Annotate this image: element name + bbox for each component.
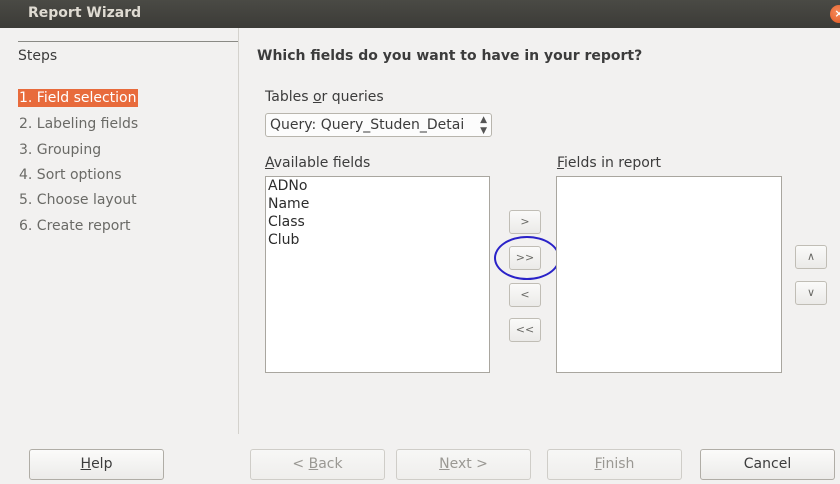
- step-sort-options[interactable]: 4. Sort options: [18, 166, 123, 184]
- steps-divider: [18, 41, 238, 42]
- title-bar: Report Wizard ×: [0, 0, 840, 28]
- list-item[interactable]: Name: [266, 195, 489, 213]
- help-button[interactable]: Help: [29, 449, 164, 480]
- add-all-fields-button[interactable]: >>: [509, 246, 541, 270]
- add-field-button[interactable]: >: [509, 210, 541, 234]
- page-heading: Which fields do you want to have in your…: [257, 48, 643, 64]
- list-item[interactable]: Class: [266, 213, 489, 231]
- tables-or-queries-label: Tables or queries: [265, 89, 384, 105]
- step-grouping[interactable]: 3. Grouping: [18, 141, 102, 159]
- button-bar: Help < Back Next > Finish Cancel: [0, 434, 840, 484]
- window-title: Report Wizard: [28, 5, 142, 21]
- close-icon[interactable]: ×: [830, 5, 840, 23]
- step-labeling-fields[interactable]: 2. Labeling fields: [18, 115, 139, 133]
- spinner-arrows-icon: ▲ ▼: [480, 115, 487, 136]
- available-fields-list[interactable]: ADNo Name Class Club: [265, 176, 490, 373]
- step-choose-layout[interactable]: 5. Choose layout: [18, 191, 138, 209]
- finish-button[interactable]: Finish: [547, 449, 682, 480]
- list-item[interactable]: ADNo: [266, 177, 489, 195]
- move-up-button[interactable]: ∧: [795, 245, 827, 269]
- list-item[interactable]: Club: [266, 231, 489, 249]
- step-create-report[interactable]: 6. Create report: [18, 217, 132, 235]
- next-button[interactable]: Next >: [396, 449, 531, 480]
- step-field-selection[interactable]: 1. Field selection: [18, 89, 138, 107]
- fields-in-report-list[interactable]: [556, 176, 782, 373]
- query-select-value: Query: Query_Studen_Detai: [270, 117, 465, 133]
- remove-field-button[interactable]: <: [509, 283, 541, 307]
- available-fields-label: Available fields: [265, 155, 371, 171]
- back-button[interactable]: < Back: [250, 449, 385, 480]
- fields-in-report-label: Fields in report: [557, 155, 662, 171]
- query-select[interactable]: Query: Query_Studen_Detai ▲ ▼: [265, 113, 492, 137]
- move-down-button[interactable]: ∨: [795, 281, 827, 305]
- remove-all-fields-button[interactable]: <<: [509, 318, 541, 342]
- cancel-button[interactable]: Cancel: [700, 449, 835, 480]
- wizard-content: Which fields do you want to have in your…: [239, 28, 840, 434]
- steps-heading: Steps: [18, 48, 58, 64]
- steps-sidebar: Steps 1. Field selection 2. Labeling fie…: [0, 28, 239, 434]
